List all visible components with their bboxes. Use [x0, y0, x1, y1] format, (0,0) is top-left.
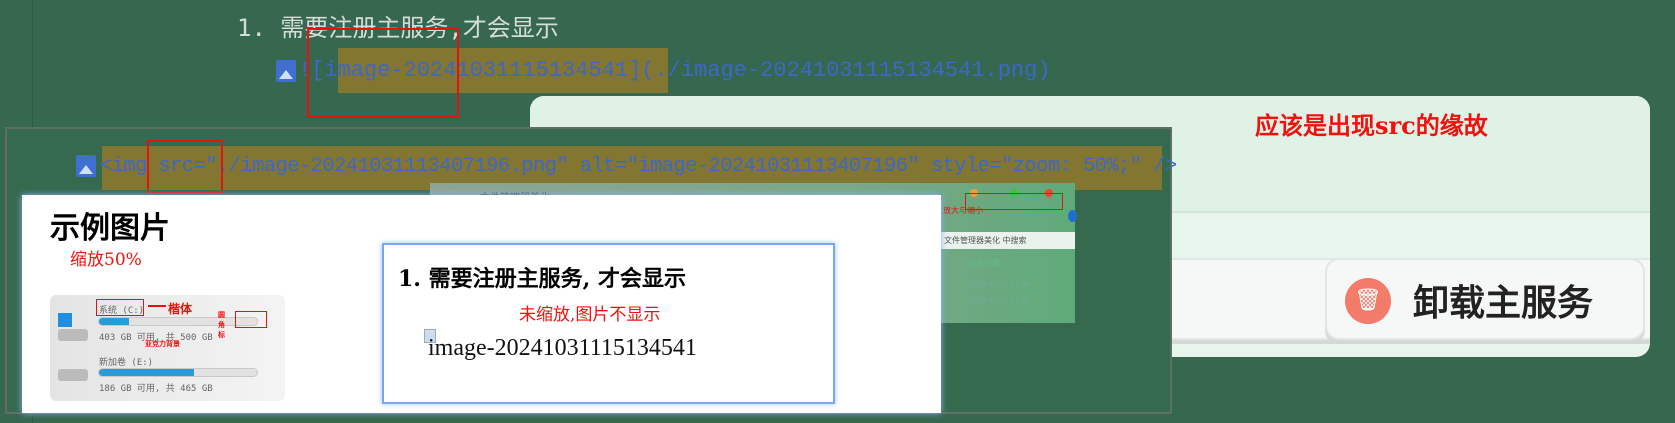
annotation-label: 圆角标	[218, 310, 225, 339]
uninstall-button[interactable]: 🗑 卸载主服务	[1325, 258, 1645, 340]
drive-usage-bar	[98, 317, 258, 326]
drive-name: 新加卷 (E:)	[99, 358, 154, 368]
drive-info: 186 GB 可用, 共 465 GB	[99, 384, 213, 394]
annotation-label: 楷体	[168, 302, 193, 316]
image-icon	[276, 60, 296, 82]
search-input[interactable]: 文件管理器美化 中搜索	[941, 232, 1075, 249]
drive-icon	[58, 369, 88, 381]
annotation-note: 应该是出现src的缘故	[1255, 111, 1488, 140]
drive-card: 系统 (C:) 403 GB 可用, 共 500 GB 新加卷 (E:) 186…	[50, 295, 285, 401]
md-src: (./image-20241031115134541.png)	[641, 58, 1051, 83]
inner-preview: 1. 需要注册主服务, 才会显示 未缩放,图片不显示 image-2024103…	[382, 243, 835, 404]
image-icon	[76, 155, 96, 177]
annotation-box	[147, 140, 223, 193]
arrow	[148, 305, 166, 307]
preview-image: 示例图片 缩放50% 系统 (C:) 403 GB 可用, 共 500 GB 新…	[22, 195, 941, 413]
inner-note: 未缩放,图片不显示	[519, 305, 661, 325]
windows-icon	[58, 313, 72, 327]
drive-usage-fill	[99, 369, 194, 376]
broken-image-alt: image-20241031115134541	[428, 335, 697, 361]
annotation-box	[235, 311, 267, 328]
trash-icon: 🗑	[1345, 278, 1391, 324]
preview-title: 示例图片	[50, 211, 170, 246]
table-row[interactable]: 2024/10/31 11:31	[968, 296, 1031, 304]
drive-icon	[58, 329, 88, 341]
table-row[interactable]: 2024/10/31 11:30	[968, 280, 1031, 288]
annotation-box	[307, 28, 459, 118]
annotation-label: 放大与缩小	[943, 206, 983, 215]
drive-usage-bar	[98, 368, 258, 377]
inner-heading: 1. 需要注册主服务, 才会显示	[398, 266, 686, 292]
zoom-note: 缩放50%	[70, 250, 142, 270]
html-img-line[interactable]: <img src="./image-20241031113407196.png"…	[100, 155, 1177, 178]
annotation-box	[96, 299, 144, 316]
drive-usage-fill	[99, 318, 130, 325]
column-header[interactable]: 修改日期	[968, 258, 1000, 269]
button-label: 卸载主服务	[1413, 283, 1594, 324]
help-icon[interactable]	[1068, 210, 1077, 222]
annotation-label: 亚克力背景	[145, 339, 180, 348]
